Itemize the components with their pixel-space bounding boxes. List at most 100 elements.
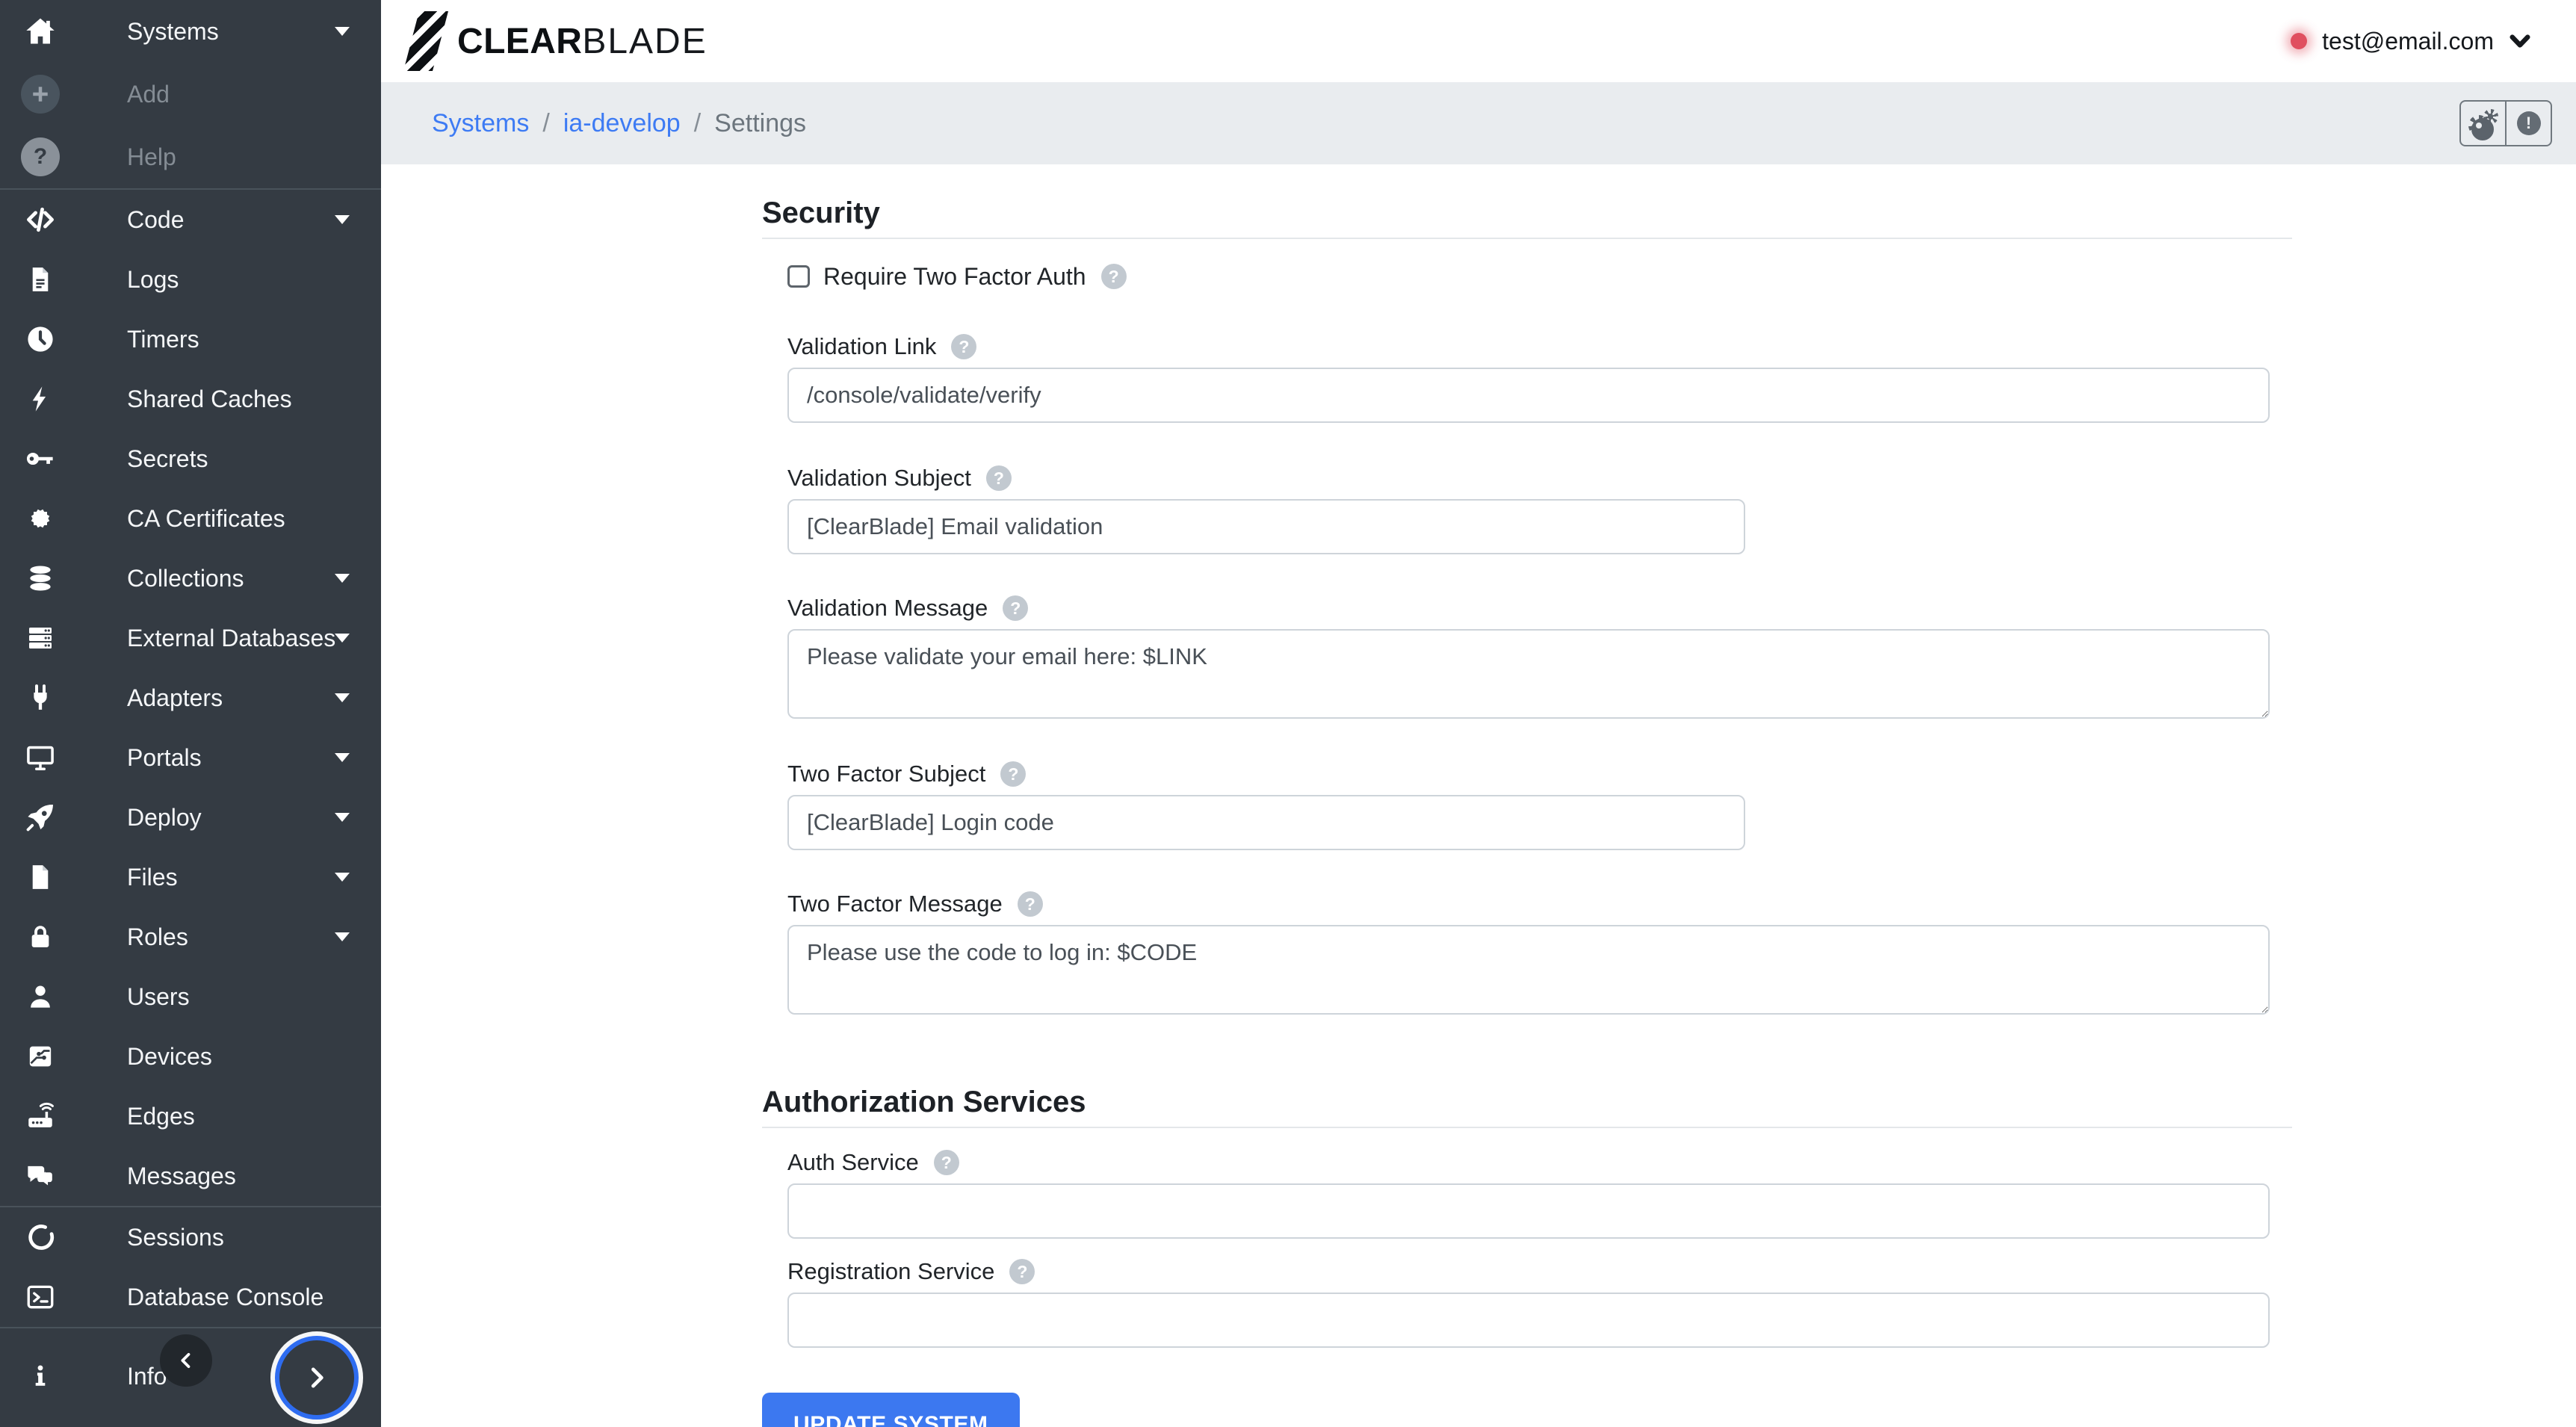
sidebar-label: Add	[127, 81, 170, 108]
require-two-factor-checkbox[interactable]	[787, 265, 810, 288]
sidebar-item-portals[interactable]: Portals	[0, 728, 381, 787]
auth-service-field: Auth Service	[787, 1149, 2292, 1239]
validation-message-label: Validation Message	[787, 595, 988, 622]
sidebar-item-systems[interactable]: Systems	[0, 0, 381, 63]
chevron-down-icon	[335, 873, 350, 889]
clock-icon	[21, 324, 60, 355]
breadcrumb-link-system-name[interactable]: ia-develop	[563, 109, 681, 138]
sidebar-collapse-button[interactable]	[160, 1334, 212, 1387]
top-header: CLEAR BLADE test@email.com	[381, 0, 2576, 82]
chevron-left-icon	[176, 1350, 196, 1371]
sidebar-label: Users	[127, 983, 190, 1011]
sidebar-label: Logs	[127, 266, 179, 294]
validation-subject-field: Validation Subject	[787, 465, 2292, 554]
sidebar-item-database-console[interactable]: Database Console	[0, 1267, 381, 1327]
sidebar-item-sessions[interactable]: Sessions	[0, 1207, 381, 1267]
sidebar-expand-button[interactable]	[275, 1336, 359, 1420]
sidebar-item-users[interactable]: Users	[0, 967, 381, 1027]
chevron-down-icon	[2509, 30, 2531, 52]
alert-circle-icon	[2517, 111, 2541, 135]
user-email: test@email.com	[2322, 28, 2494, 55]
validation-link-label: Validation Link	[787, 333, 936, 360]
sidebar-item-external-databases[interactable]: External Databases	[0, 608, 381, 668]
auth-service-input[interactable]	[787, 1183, 2270, 1239]
logo-text-clear: CLEAR	[457, 21, 582, 62]
sidebar-label: CA Certificates	[127, 505, 285, 533]
desktop-icon	[21, 742, 60, 773]
user-icon	[21, 982, 60, 1012]
registration-service-input[interactable]	[787, 1293, 2270, 1348]
sidebar-label: Roles	[127, 923, 188, 951]
two-factor-subject-field: Two Factor Subject	[787, 761, 2292, 850]
sidebar-item-add[interactable]: Add	[0, 63, 381, 126]
registration-service-label: Registration Service	[787, 1258, 994, 1285]
two-factor-message-textarea[interactable]: Please use the code to log in: $CODE	[787, 925, 2270, 1015]
sidebar-label: Adapters	[127, 684, 223, 712]
sidebar-label: Help	[127, 143, 176, 171]
sidebar-item-messages[interactable]: Messages	[0, 1146, 381, 1206]
two-factor-subject-label: Two Factor Subject	[787, 761, 985, 787]
question-circle-icon	[21, 137, 60, 176]
auth-service-label: Auth Service	[787, 1149, 919, 1176]
file-icon	[21, 863, 60, 891]
sidebar-item-secrets[interactable]: Secrets	[0, 429, 381, 489]
code-icon	[21, 203, 60, 236]
update-system-button[interactable]: UPDATE SYSTEM	[762, 1393, 1020, 1427]
system-settings-button[interactable]	[2459, 100, 2506, 146]
breadcrumb-link-systems[interactable]: Systems	[432, 109, 529, 138]
certificate-icon	[21, 504, 60, 533]
help-icon[interactable]	[1101, 264, 1127, 289]
security-section-title: Security	[762, 197, 2292, 239]
validation-link-input[interactable]	[787, 368, 2270, 423]
validation-subject-label: Validation Subject	[787, 465, 971, 492]
validation-message-textarea[interactable]: Please validate your email here: $LINK	[787, 629, 2270, 719]
two-factor-message-field: Two Factor Message Please use the code t…	[787, 891, 2292, 1015]
sidebar-label: Portals	[127, 744, 202, 772]
sidebar-item-timers[interactable]: Timers	[0, 309, 381, 369]
sidebar-item-files[interactable]: Files	[0, 847, 381, 907]
clearblade-logo[interactable]: CLEAR BLADE	[403, 11, 708, 71]
sidebar-label: Collections	[127, 565, 244, 592]
breadcrumb: Systems / ia-develop / Settings	[432, 109, 806, 138]
sidebar-item-help[interactable]: Help	[0, 126, 381, 188]
comments-icon	[21, 1160, 60, 1192]
user-menu[interactable]: test@email.com	[2291, 28, 2531, 55]
help-icon[interactable]	[934, 1150, 959, 1175]
system-info-button[interactable]	[2506, 100, 2552, 146]
key-icon	[21, 443, 60, 474]
server-icon	[21, 623, 60, 653]
sidebar-item-shared-caches[interactable]: Shared Caches	[0, 369, 381, 429]
help-icon[interactable]	[951, 334, 976, 359]
settings-content: Security Require Two Factor Auth Validat…	[381, 164, 2576, 1427]
help-icon[interactable]	[1018, 891, 1043, 917]
terminal-icon	[21, 1281, 60, 1313]
sidebar-label: Deploy	[127, 804, 202, 832]
database-icon	[21, 563, 60, 593]
two-factor-subject-input[interactable]	[787, 795, 1745, 850]
sidebar-item-deploy[interactable]: Deploy	[0, 787, 381, 847]
sidebar-item-code[interactable]: Code	[0, 190, 381, 250]
gears-icon	[2468, 109, 2498, 137]
status-dot	[2291, 33, 2307, 49]
sidebar-item-devices[interactable]: Devices	[0, 1027, 381, 1086]
help-icon[interactable]	[1003, 595, 1028, 621]
sidebar-label: Devices	[127, 1043, 212, 1071]
clearblade-console: Systems Add Help Code	[0, 0, 2576, 1427]
breadcrumb-separator: /	[542, 109, 549, 138]
sidebar-label: Sessions	[127, 1224, 224, 1251]
validation-subject-input[interactable]	[787, 499, 1745, 554]
help-icon[interactable]	[986, 465, 1012, 491]
home-icon	[21, 15, 60, 48]
two-factor-auth-row: Require Two Factor Auth	[787, 261, 2292, 291]
sidebar-item-collections[interactable]: Collections	[0, 548, 381, 608]
sidebar-item-adapters[interactable]: Adapters	[0, 668, 381, 728]
sidebar-item-roles[interactable]: Roles	[0, 907, 381, 967]
help-icon[interactable]	[1000, 761, 1026, 787]
registration-service-field: Registration Service	[787, 1258, 2292, 1348]
sidebar-item-logs[interactable]: Logs	[0, 250, 381, 309]
chevron-down-icon	[335, 693, 350, 710]
sidebar-item-ca-certificates[interactable]: CA Certificates	[0, 489, 381, 548]
sidebar-label: Messages	[127, 1163, 236, 1190]
sidebar-item-edges[interactable]: Edges	[0, 1086, 381, 1146]
help-icon[interactable]	[1009, 1259, 1035, 1284]
